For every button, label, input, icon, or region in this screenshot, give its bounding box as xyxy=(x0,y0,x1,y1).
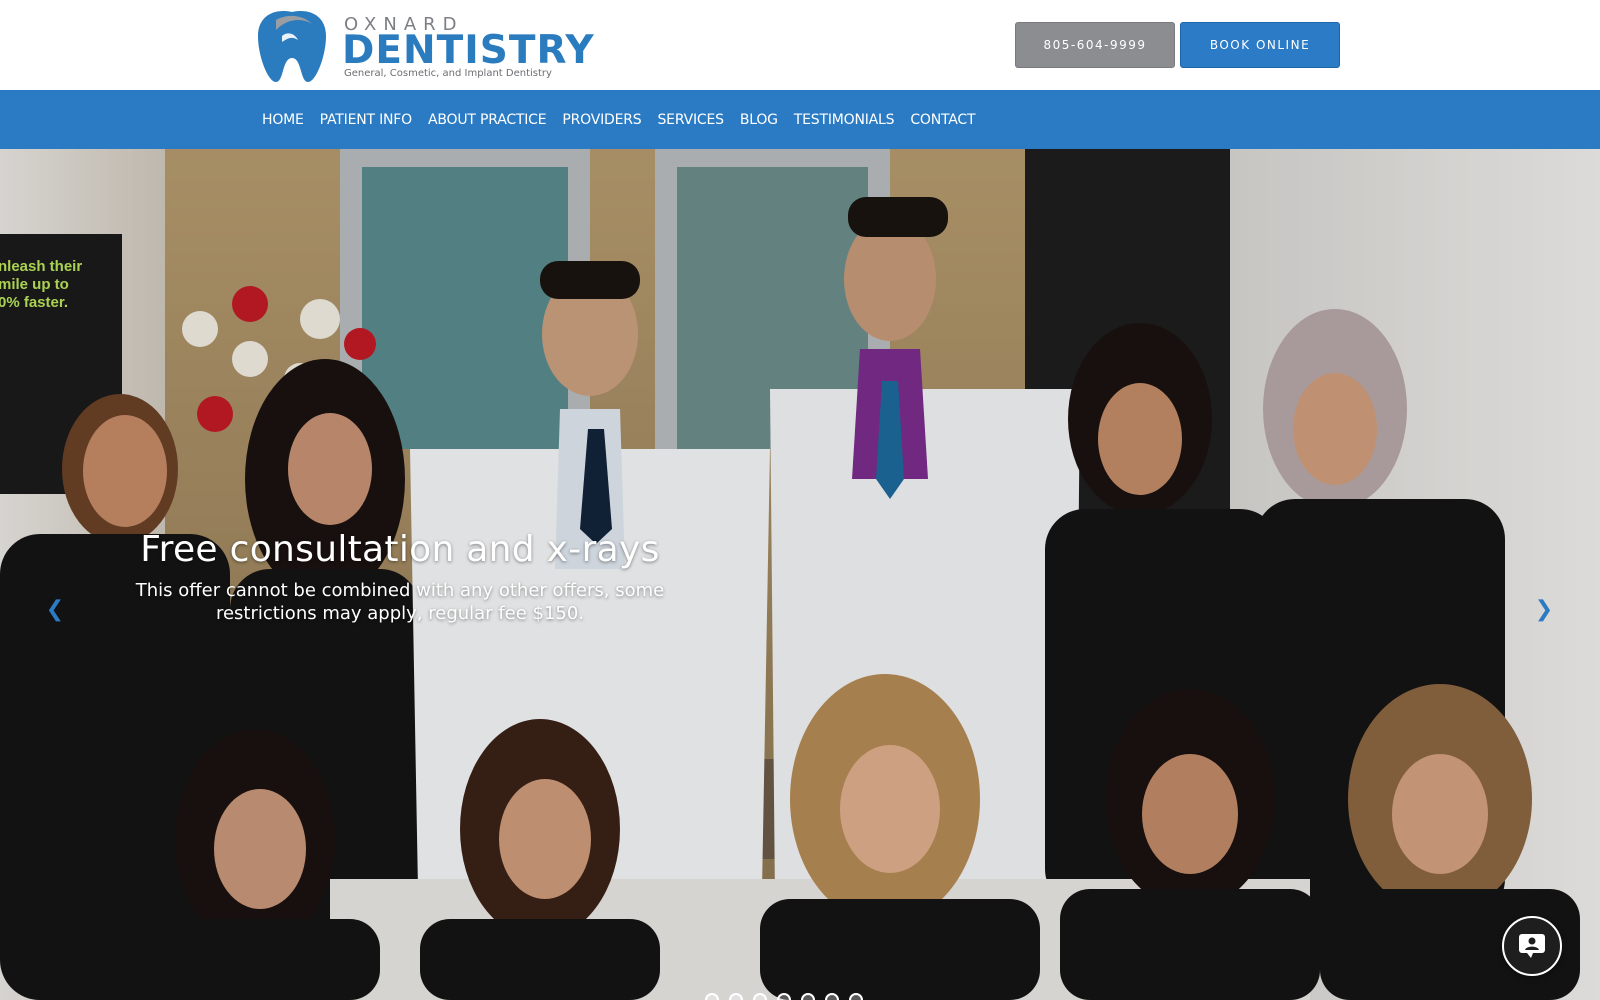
nav-item-patient-info[interactable]: PATIENT INFO xyxy=(320,112,413,128)
nav-item-services[interactable]: SERVICES xyxy=(658,112,725,128)
logo-tagline: General, Cosmetic, and Implant Dentistry xyxy=(344,68,552,79)
nav-item-about-practice[interactable]: ABOUT PRACTICE xyxy=(428,112,547,128)
slider-dot[interactable] xyxy=(825,993,839,1000)
chevron-left-icon[interactable]: ❮ xyxy=(43,597,67,622)
book-online-button[interactable]: BOOK ONLINE xyxy=(1180,22,1340,68)
slider-dot[interactable] xyxy=(705,993,719,1000)
slider-dot[interactable] xyxy=(729,993,743,1000)
slider-dots xyxy=(705,993,873,1000)
nav-item-testimonials[interactable]: TESTIMONIALS xyxy=(794,112,895,128)
nav-item-contact[interactable]: CONTACT xyxy=(910,112,975,128)
chevron-right-icon[interactable]: ❯ xyxy=(1532,597,1556,622)
hero-slider: nleash their mile up to 0% faster. xyxy=(0,149,1600,1000)
nav-item-blog[interactable]: BLOG xyxy=(740,112,778,128)
phone-button[interactable]: 805-604-9999 xyxy=(1015,22,1175,68)
nav-item-providers[interactable]: PROVIDERS xyxy=(562,112,641,128)
site-header: OXNARD DENTISTRY General, Cosmetic, and … xyxy=(0,0,1600,90)
chat-button[interactable] xyxy=(1502,916,1562,976)
hero-team-photo: nleash their mile up to 0% faster. xyxy=(0,149,1600,1000)
site-logo[interactable]: OXNARD DENTISTRY General, Cosmetic, and … xyxy=(252,6,594,86)
slider-dot[interactable] xyxy=(777,993,791,1000)
chat-icon xyxy=(1519,934,1545,958)
hero-title: Free consultation and x-rays xyxy=(140,529,660,570)
logo-main-text: DENTISTRY xyxy=(342,28,595,73)
slider-dot[interactable] xyxy=(801,993,815,1000)
slider-dot[interactable] xyxy=(753,993,767,1000)
main-nav: HOME PATIENT INFO ABOUT PRACTICE PROVIDE… xyxy=(0,90,1600,149)
hero-subtitle: This offer cannot be combined with any o… xyxy=(135,580,665,624)
tooth-logo-icon xyxy=(258,11,326,82)
nav-item-home[interactable]: HOME xyxy=(262,112,304,128)
slider-dot[interactable] xyxy=(849,993,863,1000)
